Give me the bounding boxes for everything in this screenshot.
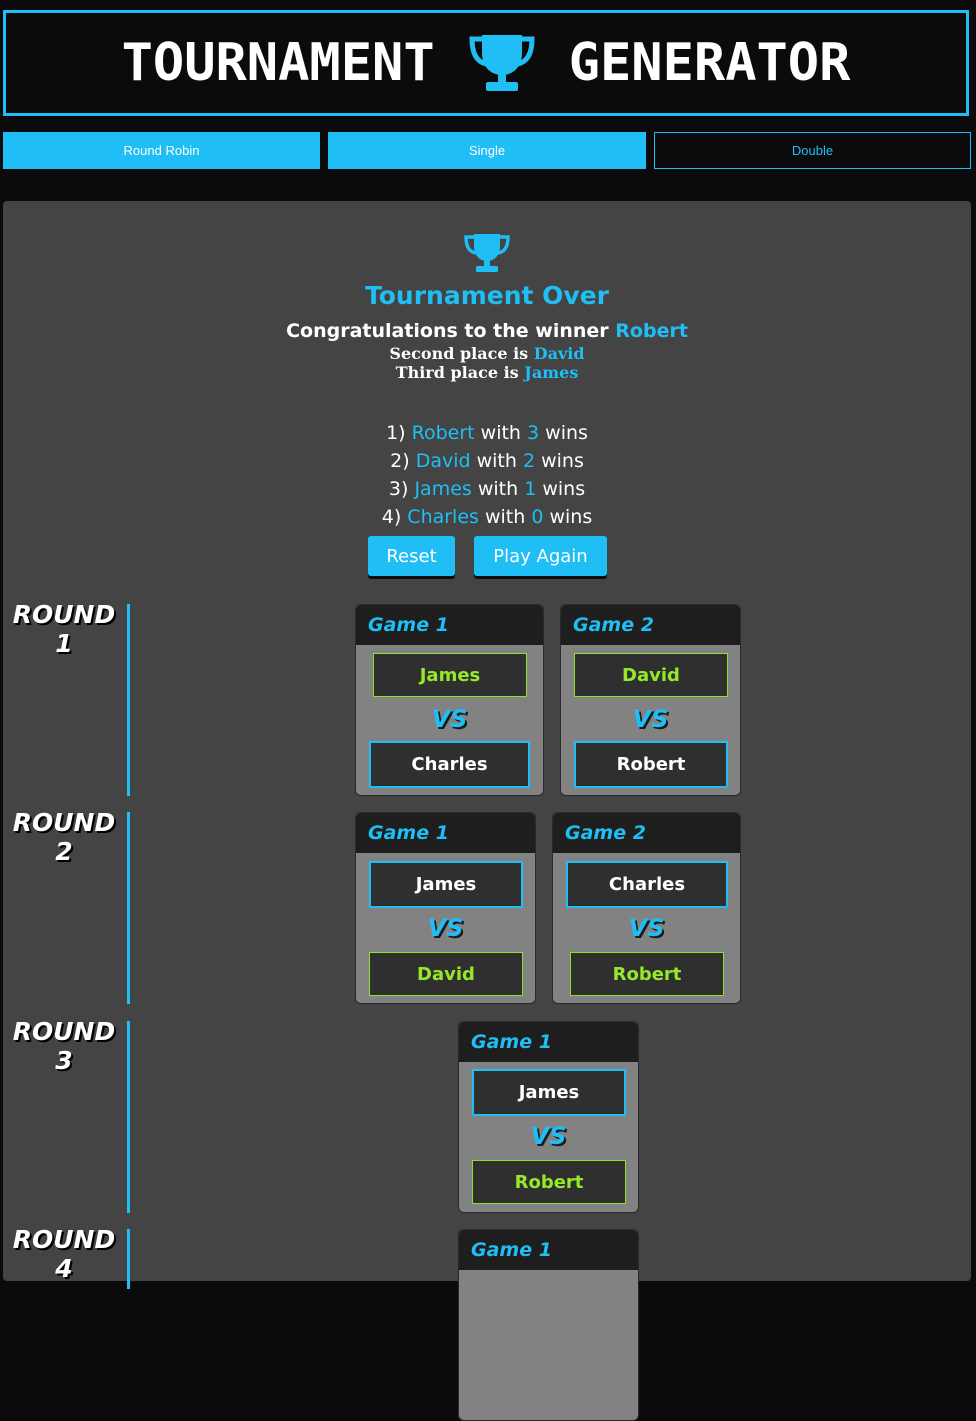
round-1-label: ROUND 1 bbox=[12, 600, 116, 658]
tournament-panel: Tournament Over Congratulations to the w… bbox=[3, 201, 971, 1421]
play-again-button[interactable]: Play Again bbox=[474, 536, 607, 576]
round-3-label: ROUND 3 bbox=[12, 1017, 116, 1075]
game-card: Game 2 Charles VS Robert bbox=[552, 812, 741, 1004]
vs-label: VS bbox=[530, 1122, 567, 1150]
standings-item: 4) Charles with 0 wins bbox=[381, 506, 593, 528]
third-place-text: Third place is bbox=[395, 363, 519, 382]
header-title-left: TOURNAMENT bbox=[121, 33, 435, 93]
game-card: Game 2 David VS Robert bbox=[560, 604, 741, 796]
app-header: TOURNAMENT GENERATOR bbox=[3, 10, 969, 116]
second-place-name: David bbox=[533, 344, 585, 363]
game-title: Game 2 bbox=[553, 813, 740, 853]
trophy-icon bbox=[469, 35, 535, 91]
round-2-label: ROUND 2 bbox=[12, 808, 116, 866]
player-slot[interactable]: Charles bbox=[369, 741, 530, 788]
mode-selector: Round Robin Single Double bbox=[3, 132, 971, 169]
game-title: Game 1 bbox=[356, 605, 543, 645]
game-title: Game 1 bbox=[459, 1230, 638, 1270]
round-robin-button[interactable]: Round Robin bbox=[3, 132, 320, 169]
second-place-text: Second place is bbox=[389, 344, 529, 363]
player-slot-winner[interactable]: James bbox=[373, 653, 527, 697]
round-4-label: ROUND 4 bbox=[12, 1225, 116, 1283]
second-place: Second place is David bbox=[3, 344, 971, 363]
player-slot[interactable]: James bbox=[369, 861, 523, 908]
player-slot[interactable]: James bbox=[472, 1069, 626, 1116]
game-card: Game 1 bbox=[458, 1229, 639, 1421]
standings-item: 2) David with 2 wins bbox=[390, 450, 584, 472]
player-slot-winner[interactable]: Robert bbox=[472, 1160, 626, 1204]
header-title-right: GENERATOR bbox=[568, 33, 851, 93]
congrats-text: Congratulations to the winner bbox=[286, 320, 609, 342]
round-divider bbox=[127, 604, 130, 796]
standings-item: 3) James with 1 wins bbox=[388, 478, 586, 500]
third-place: Third place is James bbox=[3, 363, 971, 382]
game-title: Game 1 bbox=[356, 813, 535, 853]
round-divider bbox=[127, 812, 130, 1004]
double-button[interactable]: Double bbox=[654, 132, 971, 169]
player-slot-winner[interactable]: David bbox=[574, 653, 728, 697]
player-slot-winner[interactable]: Robert bbox=[570, 952, 724, 996]
game-title: Game 1 bbox=[459, 1022, 638, 1062]
winner-message: Congratulations to the winner Robert bbox=[3, 320, 971, 342]
game-card: Game 1 James VS Robert bbox=[458, 1021, 639, 1213]
game-card: Game 1 James VS David bbox=[355, 812, 536, 1004]
player-slot[interactable]: Charles bbox=[566, 861, 728, 908]
third-place-name: James bbox=[524, 363, 579, 382]
game-title: Game 2 bbox=[561, 605, 740, 645]
winner-name: Robert bbox=[615, 320, 688, 342]
reset-button[interactable]: Reset bbox=[368, 536, 455, 576]
tournament-over-title: Tournament Over bbox=[365, 281, 609, 310]
player-slot-winner[interactable]: David bbox=[369, 952, 523, 996]
round-divider bbox=[127, 1229, 130, 1289]
vs-label: VS bbox=[431, 705, 468, 733]
standings-list: 1) Robert with 3 wins 2) David with 2 wi… bbox=[3, 419, 971, 531]
vs-label: VS bbox=[632, 705, 669, 733]
trophy-icon bbox=[464, 234, 510, 272]
vs-label: VS bbox=[628, 914, 665, 942]
single-button[interactable]: Single bbox=[328, 132, 646, 169]
player-slot[interactable]: Robert bbox=[574, 741, 728, 788]
vs-label: VS bbox=[427, 914, 464, 942]
round-divider bbox=[127, 1021, 130, 1213]
standings-item: 1) Robert with 3 wins bbox=[386, 422, 588, 444]
game-card: Game 1 James VS Charles bbox=[355, 604, 544, 796]
